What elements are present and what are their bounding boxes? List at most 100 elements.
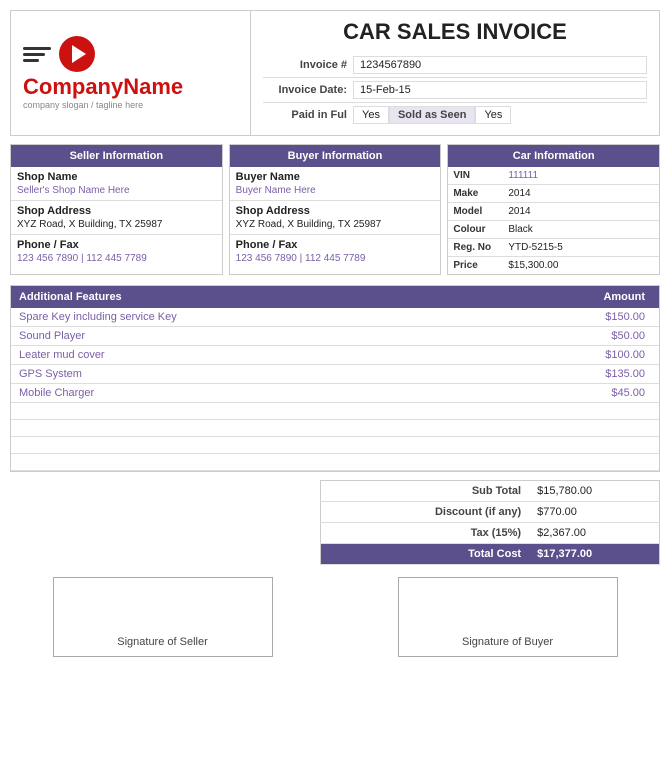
feature-row-2: Leater mud cover$100.00 [11, 346, 659, 365]
car-colour-label: Colour [448, 221, 503, 239]
discount-row: Discount (if any) $770.00 [321, 502, 660, 523]
logo-line-1 [23, 47, 51, 50]
company-name: CompanyName [23, 76, 183, 98]
seller-signature-label: Signature of Seller [117, 636, 208, 648]
paid-label: Paid in Ful [263, 109, 353, 121]
seller-phone-value: 123 456 7890 | 112 445 7789 [11, 252, 222, 268]
buyer-name-value: Buyer Name Here [230, 184, 441, 201]
company-name-regular: Company [23, 74, 123, 99]
invoice-header: CompanyName company slogan / tagline her… [10, 10, 660, 136]
features-section: Additional Features Amount Spare Key inc… [10, 285, 660, 472]
buyer-header: Buyer Information [230, 145, 441, 167]
car-colour-row: Colour Black [448, 221, 659, 239]
buyer-name-label: Buyer Name [230, 167, 441, 184]
car-colour-value: Black [503, 221, 659, 239]
totals-table: Sub Total $15,780.00 Discount (if any) $… [320, 480, 660, 565]
car-info-col: Car Information VIN 111111 Make 2014 Mod… [447, 144, 660, 275]
buyer-phone-label: Phone / Fax [230, 235, 441, 252]
buyer-signature-container: Signature of Buyer [398, 577, 618, 657]
feature-name-3: GPS System [19, 368, 551, 380]
car-reg-label: Reg. No [448, 239, 503, 257]
car-price-row: Price $15,300.00 [448, 257, 659, 275]
discount-value: $770.00 [529, 502, 659, 523]
invoice-date-label: Invoice Date: [263, 84, 353, 96]
car-reg-value: YTD-5215-5 [503, 239, 659, 257]
play-icon [72, 45, 86, 63]
buyer-address-value: XYZ Road, X Building, TX 25987 [230, 218, 441, 235]
tax-row: Tax (15%) $2,367.00 [321, 523, 660, 544]
seller-shop-name-label: Shop Name [11, 167, 222, 184]
features-header-label: Additional Features [19, 291, 551, 303]
invoice-number-row: Invoice # 1234567890 [263, 53, 647, 78]
logo-line-2 [23, 53, 45, 56]
subtotal-label: Sub Total [321, 481, 530, 502]
seller-shop-name-value: Seller's Shop Name Here [11, 184, 222, 201]
feature-amount-1: $50.00 [551, 330, 651, 342]
total-row: Total Cost $17,377.00 [321, 544, 660, 565]
total-value: $17,377.00 [529, 544, 659, 565]
car-vin-label: VIN [448, 167, 503, 185]
info-columns: Seller Information Shop Name Seller's Sh… [10, 144, 660, 275]
feature-amount-0: $150.00 [551, 311, 651, 323]
totals-section: Sub Total $15,780.00 Discount (if any) $… [10, 480, 660, 565]
seller-signature-container: Signature of Seller [53, 577, 273, 657]
feature-row-8 [11, 454, 659, 471]
logo-circle [59, 36, 95, 72]
car-reg-row: Reg. No YTD-5215-5 [448, 239, 659, 257]
logo-icon [23, 36, 95, 72]
invoice-title: CAR SALES INVOICE [263, 19, 647, 45]
discount-label: Discount (if any) [321, 502, 530, 523]
invoice-number-value: 1234567890 [353, 56, 647, 74]
feature-name-4: Mobile Charger [19, 387, 551, 399]
car-model-label: Model [448, 203, 503, 221]
car-make-label: Make [448, 185, 503, 203]
seller-address-label: Shop Address [11, 201, 222, 218]
feature-row-4: Mobile Charger$45.00 [11, 384, 659, 403]
tax-label: Tax (15%) [321, 523, 530, 544]
total-label: Total Cost [321, 544, 530, 565]
sold-value: Yes [475, 106, 511, 124]
buyer-phone-value: 123 456 7890 | 112 445 7789 [230, 252, 441, 268]
paid-value: Yes [353, 106, 389, 124]
buyer-signature-box: Signature of Buyer [398, 577, 618, 657]
feature-name-2: Leater mud cover [19, 349, 551, 361]
invoice-number-label: Invoice # [263, 59, 353, 71]
feature-amount-2: $100.00 [551, 349, 651, 361]
car-price-label: Price [448, 257, 503, 275]
logo-line-3 [23, 59, 39, 62]
company-tagline: company slogan / tagline here [23, 100, 143, 110]
sold-as-seen-label: Sold as Seen [389, 106, 475, 124]
invoice-date-row: Invoice Date: 15-Feb-15 [263, 78, 647, 103]
car-vin-row: VIN 111111 [448, 167, 659, 185]
paid-row: Paid in Ful Yes Sold as Seen Yes [263, 103, 647, 127]
seller-info-col: Seller Information Shop Name Seller's Sh… [10, 144, 223, 275]
features-header: Additional Features Amount [11, 286, 659, 308]
subtotal-row: Sub Total $15,780.00 [321, 481, 660, 502]
car-info-table: VIN 111111 Make 2014 Model 2014 Colour B… [448, 167, 659, 274]
car-make-row: Make 2014 [448, 185, 659, 203]
seller-phone-label: Phone / Fax [11, 235, 222, 252]
seller-header: Seller Information [11, 145, 222, 167]
company-name-accent: Name [123, 74, 183, 99]
features-list: Spare Key including service Key$150.00So… [11, 308, 659, 471]
buyer-info-col: Buyer Information Buyer Name Buyer Name … [229, 144, 442, 275]
invoice-fields: Invoice # 1234567890 Invoice Date: 15-Fe… [263, 53, 647, 127]
invoice-title-section: CAR SALES INVOICE Invoice # 1234567890 I… [251, 11, 659, 135]
feature-row-1: Sound Player$50.00 [11, 327, 659, 346]
logo-lines [23, 47, 51, 62]
car-model-value: 2014 [503, 203, 659, 221]
car-make-value: 2014 [503, 185, 659, 203]
features-header-amount: Amount [551, 291, 651, 303]
feature-row-5 [11, 403, 659, 420]
feature-name-1: Sound Player [19, 330, 551, 342]
feature-row-0: Spare Key including service Key$150.00 [11, 308, 659, 327]
signatures: Signature of Seller Signature of Buyer [10, 577, 660, 657]
feature-row-3: GPS System$135.00 [11, 365, 659, 384]
feature-row-6 [11, 420, 659, 437]
feature-name-0: Spare Key including service Key [19, 311, 551, 323]
feature-row-7 [11, 437, 659, 454]
logo-section: CompanyName company slogan / tagline her… [11, 11, 251, 135]
car-price-value: $15,300.00 [503, 257, 659, 275]
seller-signature-box: Signature of Seller [53, 577, 273, 657]
seller-address-value: XYZ Road, X Building, TX 25987 [11, 218, 222, 235]
